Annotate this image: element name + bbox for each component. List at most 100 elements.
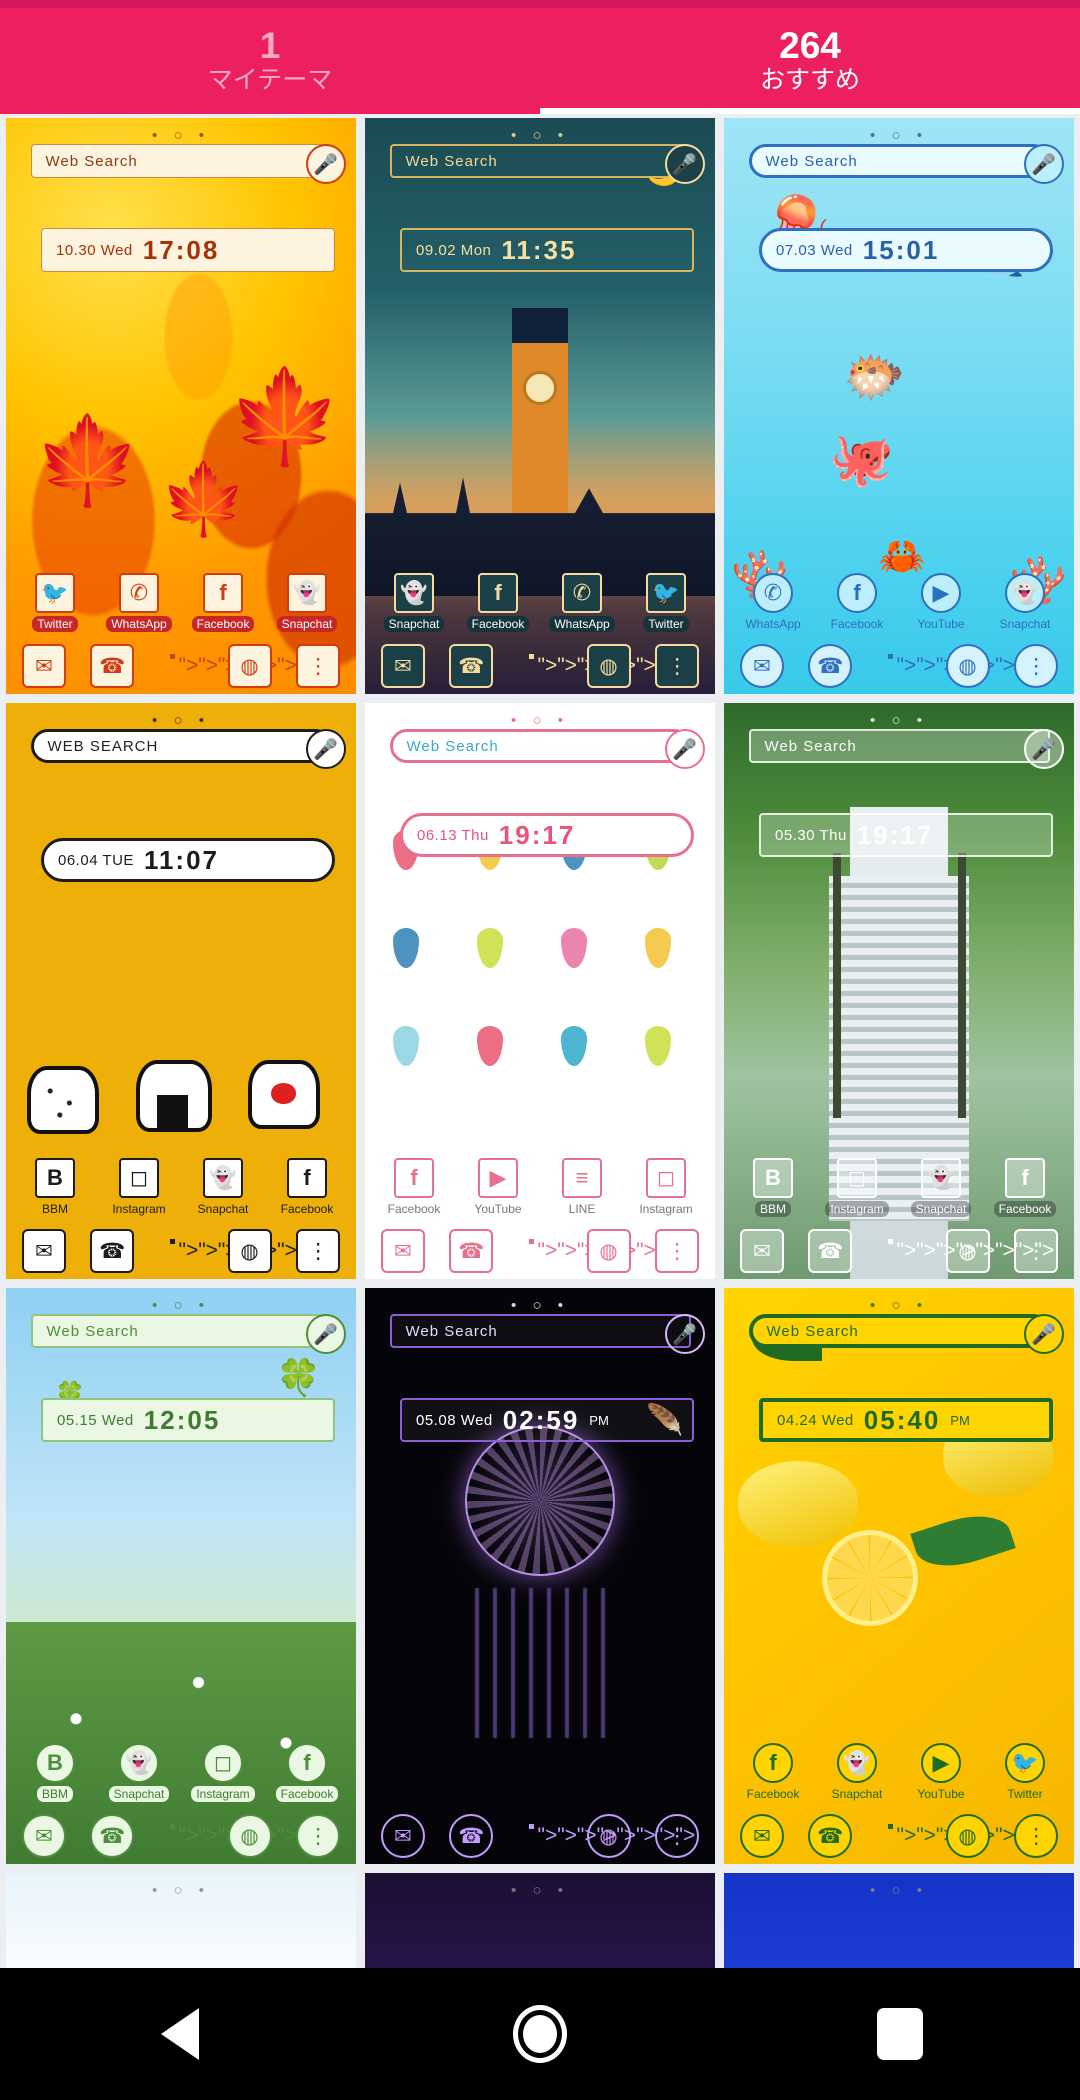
app-shortcut-facebook[interactable]: f Facebook xyxy=(988,1158,1062,1217)
app-shortcut-bbm[interactable]: B BBM xyxy=(736,1158,810,1217)
app-shortcut-youtube[interactable]: ▶ YouTube xyxy=(904,573,978,632)
theme-card-dreamcatcher-night[interactable]: 🪶 • ○ • Web Search 🎤 05.08 Wed 02:59 PM ✉ ☎ ">… xyxy=(365,1288,715,1864)
theme-card-autumn-maple[interactable]: 🍁 🍁 🍁 • ○ • Web Search 🎤 10.30 Wed 17:08 🐦 T… xyxy=(6,118,356,694)
dock-browser-icon[interactable]: ◍ xyxy=(586,644,631,688)
back-button[interactable] xyxy=(120,1994,240,2074)
app-shortcut-bbm[interactable]: B BBM xyxy=(18,1743,92,1802)
app-shortcut-instagram[interactable]: ◻ Instagram xyxy=(102,1158,176,1217)
dock-phone-icon[interactable]: ☎ xyxy=(808,1814,853,1858)
app-shortcut-snapchat[interactable]: 👻 Snapchat xyxy=(102,1743,176,1802)
theme-card-green-bridge[interactable]: • ○ • Web Search 🎤 05.30 Thu 19:17 B BBM … xyxy=(724,703,1074,1279)
app-shortcut-whatsapp[interactable]: ✆ WhatsApp xyxy=(736,573,810,632)
instagram-icon: ◻ xyxy=(837,1158,877,1198)
dock-mail-icon[interactable]: ✉ xyxy=(21,644,66,688)
apps-grid-icon: ">">">">">">">"> xyxy=(170,654,336,678)
tab-recommended[interactable]: 264 おすすめ xyxy=(540,8,1080,114)
app-shortcut-facebook[interactable]: f Facebook xyxy=(461,573,535,632)
dock-browser-icon[interactable]: ◍ xyxy=(945,1814,990,1858)
app-shortcut-facebook[interactable]: f Facebook xyxy=(270,1743,344,1802)
app-shortcut-facebook[interactable]: f Facebook xyxy=(377,1158,451,1217)
theme-card-lemon-fresh[interactable]: • ○ • Web Search 🎤 04.24 Wed 05:40 PM f Fa… xyxy=(724,1288,1074,1864)
dock-more-icon[interactable]: ⋮ xyxy=(296,1229,341,1273)
dock-phone-icon[interactable]: ☎ xyxy=(808,644,853,688)
dock-browser-icon[interactable]: ◍ xyxy=(586,1229,631,1273)
dock-apps-icon[interactable]: ">">">">">">">"> xyxy=(877,1814,1054,1858)
dock-more-icon[interactable]: ⋮ xyxy=(655,644,700,688)
app-shortcut-twitter[interactable]: 🐦 Twitter xyxy=(18,573,92,632)
theme-card-clover-sky[interactable]: 🍀 🍀 • ○ • Web Search 🎤 05.15 Wed 12:05 B BB… xyxy=(6,1288,356,1864)
theme-card-partial-blue[interactable]: • ○ • xyxy=(724,1873,1074,1968)
dock-phone-icon[interactable]: ☎ xyxy=(90,1814,135,1858)
dock-phone-icon[interactable]: ☎ xyxy=(90,1229,135,1273)
dock-apps-icon[interactable]: ">">">">">">">"> xyxy=(518,644,695,688)
dock-phone-icon[interactable]: ☎ xyxy=(808,1229,853,1273)
dock-mail-icon[interactable]: ✉ xyxy=(21,1814,66,1858)
app-shortcut-facebook[interactable]: f Facebook xyxy=(820,573,894,632)
theme-card-partial-white[interactable]: • ○ • xyxy=(6,1873,356,1968)
dock-apps-icon[interactable]: ">">">">">">">"> xyxy=(877,644,1054,688)
dock-mail-icon[interactable]: ✉ xyxy=(739,644,784,688)
app-shortcut-line[interactable]: ≡ LINE xyxy=(545,1158,619,1217)
theme-card-ocean-creatures[interactable]: 🪼🐟🐡🐙🪸🪸🦀• ○ • Web Search🎤 07.03 Wed 15:01… xyxy=(724,118,1074,694)
app-shortcut-facebook[interactable]: f Facebook xyxy=(186,573,260,632)
dock-mail-icon[interactable]: ✉ xyxy=(380,644,425,688)
app-shortcut-snapchat[interactable]: 👻 Snapchat xyxy=(377,573,451,632)
dock-more-icon[interactable]: ⋮ xyxy=(655,1229,700,1273)
app-shortcut-youtube[interactable]: ▶ YouTube xyxy=(461,1158,535,1217)
dock-mail-icon[interactable]: ✉ xyxy=(739,1814,784,1858)
dock-apps-icon[interactable]: ">">">">">">">"> xyxy=(518,1229,695,1273)
dock-more-icon[interactable]: ⋮ xyxy=(1014,644,1059,688)
app-shortcut-youtube[interactable]: ▶ YouTube xyxy=(904,1743,978,1802)
dock-browser-icon[interactable]: ◍ xyxy=(227,1229,272,1273)
dock-more-icon[interactable]: ⋮ xyxy=(296,1814,341,1858)
app-shortcut-instagram[interactable]: ◻ Instagram xyxy=(629,1158,703,1217)
dock-apps-icon[interactable]: ">">">">">">">"> xyxy=(159,644,336,688)
theme-card-watercolor-raindrops[interactable]: • ○ • Web Search 🎤 06.13 Thu 19:17 f Face… xyxy=(365,703,715,1279)
app-shortcut-snapchat[interactable]: 👻 Snapchat xyxy=(186,1158,260,1217)
app-shortcut-twitter[interactable]: 🐦 Twitter xyxy=(629,573,703,632)
dock-mail-icon[interactable]: ✉ xyxy=(380,1229,425,1273)
dock-browser-icon[interactable]: ◍ xyxy=(945,644,990,688)
dock-apps-icon[interactable]: ">">">">">">">"> xyxy=(159,1814,336,1858)
app-shortcut-snapchat[interactable]: 👻 Snapchat xyxy=(904,1158,978,1217)
dock-browser-icon[interactable]: ◍ xyxy=(227,644,272,688)
theme-card-partial-night[interactable]: • ○ • xyxy=(365,1873,715,1968)
dock-phone-icon[interactable]: ☎ xyxy=(449,644,494,688)
app-shortcut-snapchat[interactable]: 👻 Snapchat xyxy=(270,573,344,632)
theme-grid[interactable]: 🍁 🍁 🍁 • ○ • Web Search 🎤 10.30 Wed 17:08 🐦 T… xyxy=(0,114,1080,1968)
home-button[interactable] xyxy=(480,1994,600,2074)
dock-apps-icon[interactable]: ">">">">">">">"> xyxy=(518,1814,695,1858)
tab-my-themes[interactable]: 1 マイテーマ xyxy=(0,8,540,114)
dock-browser-icon[interactable]: ◍ xyxy=(945,1229,990,1273)
app-shortcut-label: Facebook xyxy=(275,1786,339,1802)
app-shortcut-whatsapp[interactable]: ✆ WhatsApp xyxy=(545,573,619,632)
recents-button[interactable] xyxy=(840,1994,960,2074)
dock-phone-icon[interactable]: ☎ xyxy=(90,644,135,688)
dock-browser-icon[interactable]: ◍ xyxy=(586,1814,631,1858)
dock-more-icon[interactable]: ⋮ xyxy=(1014,1229,1059,1273)
dock-mail-icon[interactable]: ✉ xyxy=(21,1229,66,1273)
dock-more-icon[interactable]: ⋮ xyxy=(1014,1814,1059,1858)
dock-browser-icon[interactable]: ◍ xyxy=(227,1814,272,1858)
app-shortcut-facebook[interactable]: f Facebook xyxy=(736,1743,810,1802)
app-shortcut-snapchat[interactable]: 👻 Snapchat xyxy=(988,573,1062,632)
app-shortcut-bbm[interactable]: B BBM xyxy=(18,1158,92,1217)
theme-card-london-bigben[interactable]: 🌙 • ○ • Web Search 🎤 09.02 Mon 11:35 👻 Sna… xyxy=(365,118,715,694)
bbm-icon: B xyxy=(753,1158,793,1198)
microphone-icon: 🎤 xyxy=(305,1314,346,1354)
dock-phone-icon[interactable]: ☎ xyxy=(449,1814,494,1858)
dock-more-icon[interactable]: ⋮ xyxy=(655,1814,700,1858)
dock-more-icon[interactable]: ⋮ xyxy=(296,644,341,688)
dock-mail-icon[interactable]: ✉ xyxy=(380,1814,425,1858)
dock-mail-icon[interactable]: ✉ xyxy=(739,1229,784,1273)
app-shortcut-instagram[interactable]: ◻ Instagram xyxy=(186,1743,260,1802)
app-shortcut-facebook[interactable]: f Facebook xyxy=(270,1158,344,1217)
dock-phone-icon[interactable]: ☎ xyxy=(449,1229,494,1273)
app-shortcut-twitter[interactable]: 🐦 Twitter xyxy=(988,1743,1062,1802)
app-shortcut-whatsapp[interactable]: ✆ WhatsApp xyxy=(102,573,176,632)
dock-apps-icon[interactable]: ">">">">">">">"> xyxy=(159,1229,336,1273)
dock-apps-icon[interactable]: ">">">">">">">"> xyxy=(877,1229,1054,1273)
app-shortcut-snapchat[interactable]: 👻 Snapchat xyxy=(820,1743,894,1802)
app-shortcut-instagram[interactable]: ◻ Instagram xyxy=(820,1158,894,1217)
theme-card-onigiri-yellow[interactable]: • ○ • WEB SEARCH 🎤 06.04 TUE 11:07 B BBM … xyxy=(6,703,356,1279)
